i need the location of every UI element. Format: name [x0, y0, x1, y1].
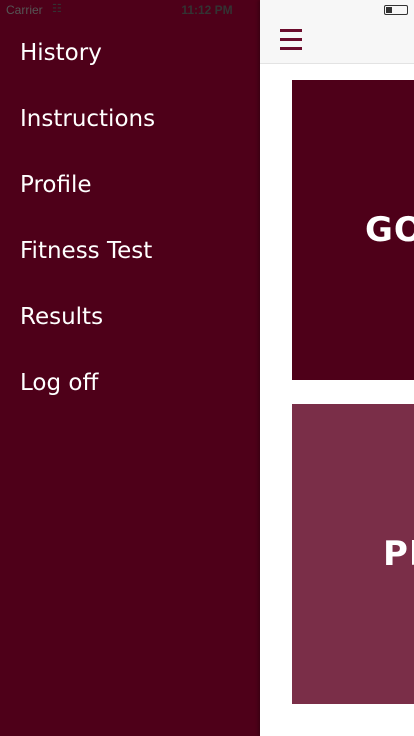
pr-tile-label: PR: [383, 534, 414, 574]
menu-item-profile[interactable]: Profile: [0, 152, 260, 218]
menu-item-instructions[interactable]: Instructions: [0, 86, 260, 152]
menu-item-fitness-test[interactable]: Fitness Test: [0, 218, 260, 284]
battery-icon: [384, 5, 408, 15]
side-drawer: History Instructions Profile Fitness Tes…: [0, 0, 260, 736]
hamburger-line: [280, 29, 302, 32]
go-tile-label: GO: [365, 210, 414, 250]
main-content: GO PR: [260, 0, 414, 736]
menu-item-log-off[interactable]: Log off: [0, 350, 260, 416]
hamburger-line: [280, 47, 302, 50]
hamburger-menu-icon[interactable]: [280, 29, 302, 51]
menu-item-results[interactable]: Results: [0, 284, 260, 350]
hamburger-line: [280, 38, 302, 41]
drawer-menu: History Instructions Profile Fitness Tes…: [0, 20, 260, 416]
app-screen: History Instructions Profile Fitness Tes…: [0, 0, 414, 736]
status-time: 11:12 PM: [181, 3, 233, 17]
status-bar: Carrier ☷ 11:12 PM: [0, 0, 414, 20]
pr-tile[interactable]: PR: [292, 404, 414, 704]
menu-item-history[interactable]: History: [0, 20, 260, 86]
go-tile[interactable]: GO: [292, 80, 414, 380]
